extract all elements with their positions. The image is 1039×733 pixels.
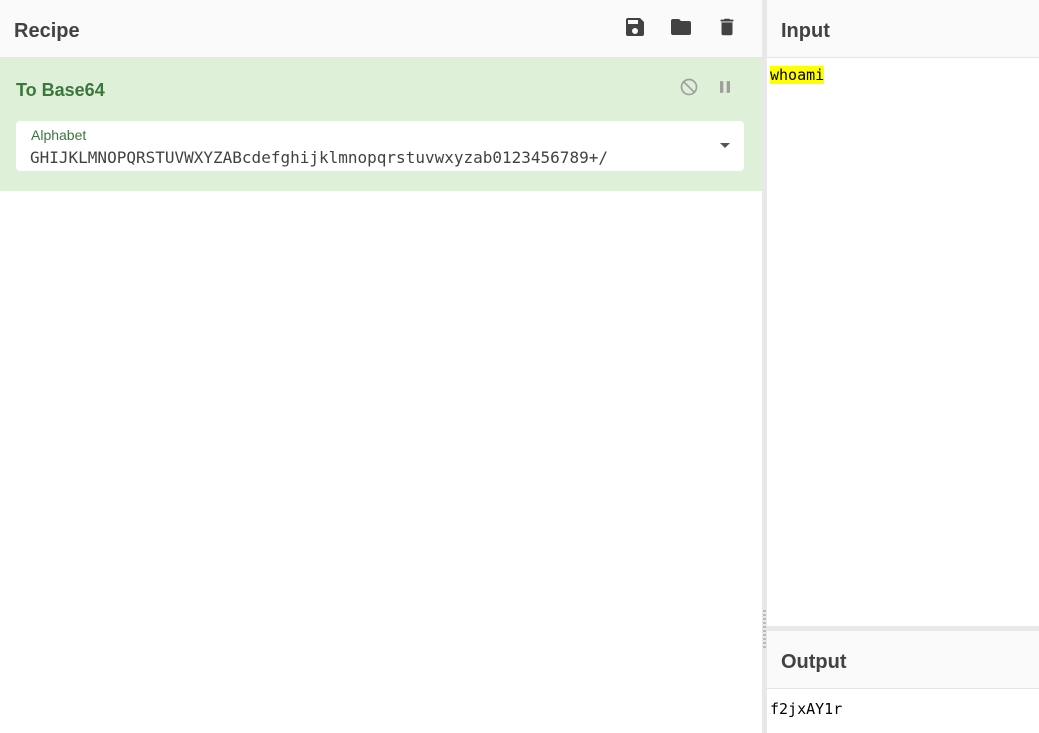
output-header: Output	[767, 631, 1039, 689]
disable-icon[interactable]	[678, 76, 700, 98]
alphabet-input[interactable]	[30, 145, 702, 169]
operation-controls	[678, 76, 736, 98]
operation-title: To Base64	[16, 80, 105, 100]
output-text[interactable]: f2jxAY1r	[770, 700, 842, 718]
alphabet-label: Alphabet	[31, 127, 87, 143]
resize-grip-icon[interactable]	[763, 610, 766, 650]
output-title: Output	[781, 651, 847, 673]
recipe-toolbar	[622, 14, 740, 40]
pause-icon[interactable]	[714, 76, 736, 98]
output-pane: Output f2jxAY1r	[767, 631, 1039, 733]
recipe-header: Recipe	[0, 0, 762, 58]
input-highlighted-text: whoami	[770, 66, 825, 84]
input-title: Input	[781, 20, 830, 42]
input-pane: Input whoami	[767, 0, 1039, 626]
input-header: Input	[767, 0, 1039, 58]
operation-to-base64[interactable]: To Base64 Alphabet	[0, 58, 762, 191]
alphabet-arg: Alphabet	[16, 121, 744, 171]
folder-icon[interactable]	[668, 14, 694, 40]
trash-icon[interactable]	[714, 14, 740, 40]
input-textarea[interactable]: whoami	[770, 66, 825, 84]
alphabet-dropdown-caret-icon[interactable]	[720, 143, 730, 148]
recipe-title: Recipe	[14, 20, 80, 42]
save-icon[interactable]	[622, 14, 648, 40]
recipe-pane: Recipe To Base64 Alphabet	[0, 0, 762, 733]
